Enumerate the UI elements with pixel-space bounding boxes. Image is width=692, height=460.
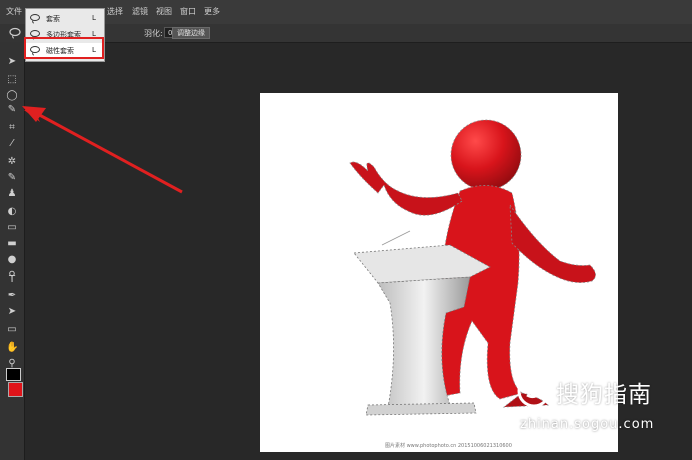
sogou-logo-icon xyxy=(517,374,551,408)
watermark-text: 搜狗指南 xyxy=(556,382,652,408)
watermark-url: zhinan.sogou.com xyxy=(520,417,655,432)
